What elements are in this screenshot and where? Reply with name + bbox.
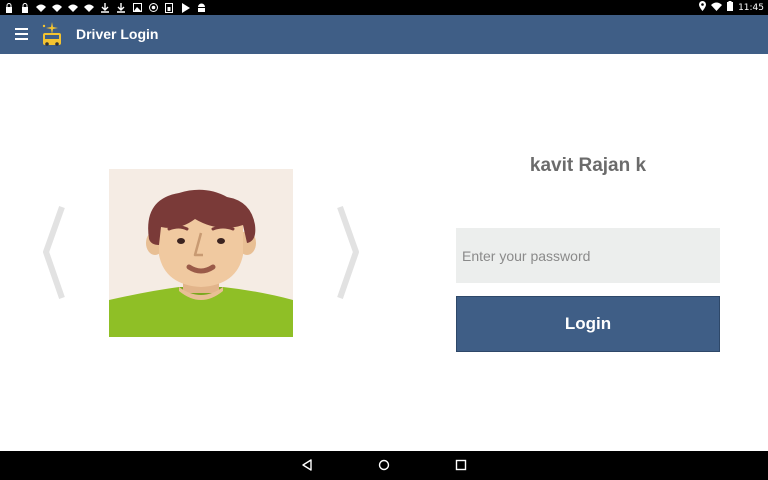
navigation-bar [0,451,768,480]
hamburger-icon [15,28,28,30]
login-button[interactable]: Login [456,296,720,352]
app-bar: Driver Login [0,15,768,54]
wifi-alert-icon [84,3,94,13]
battery-icon [727,1,734,14]
main-content: kavit Rajan k Login [0,54,768,451]
wifi-alert-icon [52,3,62,13]
driver-name: kavit Rajan k [529,155,647,176]
record-icon [148,3,158,13]
status-bar: 11:45 [0,0,768,15]
avatar-illustration [109,169,293,337]
password-input[interactable] [456,228,720,283]
next-profile-arrow-icon[interactable] [334,205,362,300]
menu-button[interactable] [15,28,28,40]
lock-icon [4,2,14,13]
page-title: Driver Login [76,26,159,42]
lock-icon [20,2,30,13]
status-time: 11:45 [738,2,764,13]
download-icon [100,2,110,13]
sim-icon [164,2,174,13]
location-icon [699,1,707,14]
android-icon [196,3,206,13]
system-status: 11:45 [699,0,764,15]
download-icon [116,2,126,13]
home-icon[interactable] [377,458,391,472]
image-icon [132,3,142,13]
back-icon[interactable] [300,458,314,472]
recents-icon[interactable] [454,458,468,472]
driver-avatar [109,169,293,337]
play-store-icon [180,2,190,13]
previous-profile-arrow-icon[interactable] [40,205,68,300]
notification-icons [4,1,206,14]
wifi-icon [711,2,723,14]
wifi-alert-icon [36,3,46,13]
bus-logo-icon [42,22,61,46]
wifi-alert-icon [68,3,78,13]
